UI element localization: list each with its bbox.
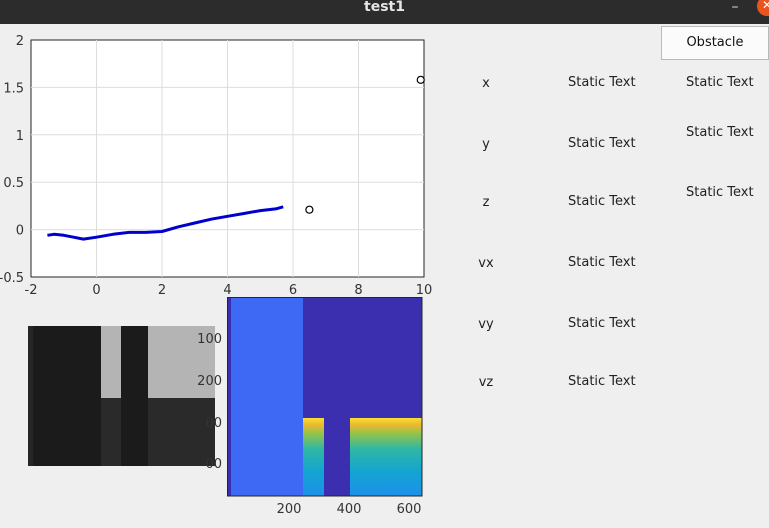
label-z: z [482,195,490,210]
position-marker [416,75,425,84]
camera-image [28,326,215,466]
x-tick-label: 8 [354,283,362,298]
heatmap-y-tick: 100 [197,332,222,347]
y-tick-label: 2 [16,34,24,49]
value2-y: Static Text [686,125,754,140]
x-tick-label: -2 [25,283,38,298]
x-tick-label: 10 [416,283,433,298]
heatmap-x-tick: 400 [337,502,362,517]
value-z: Static Text [568,194,636,209]
y-tick-label: 1.5 [3,81,24,96]
heatmap-x-tick: 200 [277,502,302,517]
value2-x: Static Text [686,75,754,90]
x-tick-label: 0 [92,283,100,298]
figure-canvas: -2 0 2 4 6 8 10 21.510.50-0.5 200 400 60… [0,34,432,517]
heatmap-x-tick: 600 [397,502,422,517]
value2-z: Static Text [686,185,754,200]
value-y: Static Text [568,136,636,151]
heatmap-y-tick: 00 [205,457,222,472]
y-tick-label: -0.5 [0,271,24,286]
position-marker [305,205,314,214]
minimize-button[interactable]: – [728,0,742,16]
label-x: x [482,76,490,91]
trajectory-plot[interactable]: -2 0 2 4 6 8 10 2 1.5 1 0.5 0 -0.5 [0,34,432,298]
y-tick-label: 0.5 [3,176,24,191]
label-y: y [482,137,490,152]
heatmap-x-ticks: 200 400 600 [277,502,422,517]
window-title: test1 [364,0,405,15]
y-tick-label: 1 [16,129,24,144]
y-tick-label: 0 [16,224,24,239]
obstacle-button[interactable]: Obstacle [661,26,769,60]
value-vz: Static Text [568,374,636,389]
x-tick-label: 4 [223,283,231,298]
title-bar: test1 – ✕ [0,0,769,24]
label-vx: vx [478,256,494,271]
depth-heatmap: 200 400 600 100 200 00 00 [197,297,423,517]
value-vy: Static Text [568,316,636,331]
label-vy: vy [478,317,494,332]
x-tick-labels: -2 0 2 4 6 8 10 [25,283,433,298]
x-tick-label: 6 [289,283,297,298]
y-tick-labels: 2 1.5 1 0.5 0 -0.5 [0,34,24,286]
value-x: Static Text [568,75,636,90]
value-vx: Static Text [568,255,636,270]
heatmap-y-tick: 200 [197,374,222,389]
x-tick-label: 2 [158,283,166,298]
label-vz: vz [478,375,494,390]
heatmap-y-tick: 00 [205,416,222,431]
